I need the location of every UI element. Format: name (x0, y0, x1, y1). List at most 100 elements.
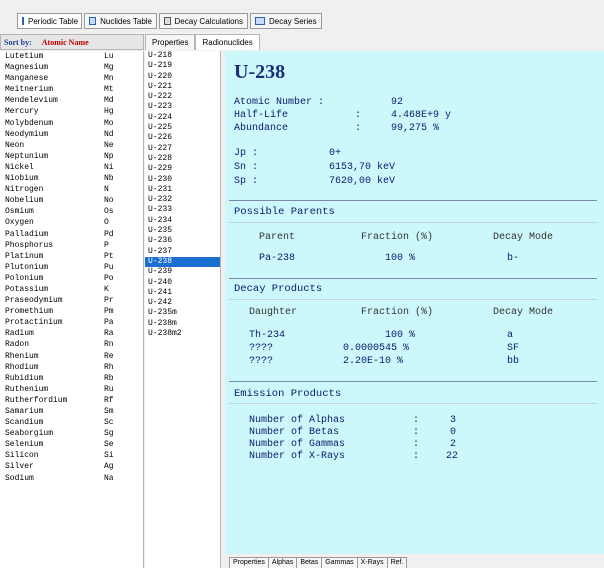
element-row[interactable]: Nobelium No (0, 195, 143, 206)
element-name: Manganese (5, 74, 49, 84)
tab-periodic-table[interactable]: Periodic Table (17, 13, 82, 29)
nuclide-row[interactable]: U-236 (145, 236, 220, 246)
tab-nuclides-table[interactable]: Nuclides Table (84, 13, 157, 29)
nuclide-row[interactable]: U-223 (145, 102, 220, 112)
nuclide-row[interactable]: U-235m (145, 308, 220, 318)
atomic-number-value: 92 (391, 97, 404, 108)
nuclide-row[interactable]: U-233 (145, 205, 220, 215)
element-row[interactable]: Platinum Pt (0, 251, 143, 262)
element-symbol: Ag (104, 462, 114, 472)
element-row[interactable]: Neodymium Nd (0, 129, 143, 140)
element-symbol: Nb (104, 174, 114, 184)
element-name: Palladium (5, 229, 49, 239)
element-row[interactable]: Sodium Na (0, 473, 143, 484)
emission-value: 0 (450, 427, 457, 438)
element-row[interactable]: Plutonium Pu (0, 262, 143, 273)
sort-value[interactable]: Atomic Name (42, 38, 89, 47)
tab-detail-properties[interactable]: Properties (229, 557, 269, 568)
tab-properties[interactable]: Properties (145, 34, 196, 50)
element-row[interactable]: Nickel Ni (0, 162, 143, 173)
nuclide-row[interactable]: U-229 (145, 164, 220, 174)
nuclide-row[interactable]: U-226 (145, 133, 220, 143)
nuclide-row[interactable]: U-221 (145, 82, 220, 92)
nuclide-row[interactable]: U-239 (145, 267, 220, 277)
nuclide-row[interactable]: U-241 (145, 288, 220, 298)
nuclide-row[interactable]: U-240 (145, 278, 220, 288)
element-row[interactable]: Magnesium Mg (0, 62, 143, 73)
element-row[interactable]: Promethium Pm (0, 306, 143, 317)
element-row[interactable]: Neon Ne (0, 140, 143, 151)
element-row[interactable]: Silicon Si (0, 450, 143, 461)
element-row[interactable]: Praseodymium Pr (0, 295, 143, 306)
element-row[interactable]: Rhodium Rh (0, 362, 143, 373)
nuclide-row[interactable]: U-224 (145, 113, 220, 123)
nuclide-row[interactable]: U-225 (145, 123, 220, 133)
element-row[interactable]: Oxygen O (0, 217, 143, 228)
element-row[interactable]: Selenium Se (0, 439, 143, 450)
tab-x-rays[interactable]: X-Rays (356, 557, 388, 568)
nuclide-row[interactable]: U-218 (145, 51, 220, 61)
tab-label: Betas (300, 559, 319, 566)
element-row[interactable]: Rhenium Re (0, 351, 143, 362)
nuclide-row[interactable]: U-242 (145, 298, 220, 308)
nuclide-row[interactable]: U-234 (145, 216, 220, 226)
element-name: Selenium (5, 440, 44, 450)
element-name: Silver (5, 462, 34, 472)
element-row[interactable]: Palladium Pd (0, 229, 143, 240)
nuclide-row[interactable]: U-227 (145, 144, 220, 154)
element-name: Phosphorus (5, 240, 54, 250)
element-row[interactable]: Scandium Sc (0, 417, 143, 428)
element-symbol: Os (104, 207, 114, 217)
element-row[interactable]: Ruthenium Ru (0, 384, 143, 395)
element-row[interactable]: Osmium Os (0, 206, 143, 217)
element-row[interactable]: Polonium Po (0, 273, 143, 284)
tab-decay-series[interactable]: Decay Series (250, 13, 322, 29)
nuclide-row[interactable]: U-235 (145, 226, 220, 236)
nuclide-row[interactable]: U-230 (145, 175, 220, 185)
element-name: Rhenium (5, 351, 39, 361)
colon: : (355, 110, 362, 121)
element-row[interactable]: Meitnerium Mt (0, 84, 143, 95)
element-row[interactable]: Mercury Hg (0, 106, 143, 117)
nuclide-row[interactable]: U-238m (145, 319, 220, 329)
element-row[interactable]: Potassium K (0, 284, 143, 295)
element-row[interactable]: Niobium Nb (0, 173, 143, 184)
decay-series-icon (255, 17, 265, 25)
element-row[interactable]: Manganese Mn (0, 73, 143, 84)
element-row[interactable]: Radium Ra (0, 328, 143, 339)
nuclide-row[interactable]: U-228 (145, 154, 220, 164)
tab-radionuclides[interactable]: Radionuclides (195, 34, 260, 50)
nuclide-title: U-238 (234, 61, 286, 83)
tab-alphas[interactable]: Alphas (267, 557, 298, 568)
element-row[interactable]: Rutherfordium Rf (0, 395, 143, 406)
tab-betas[interactable]: Betas (296, 557, 323, 568)
element-row[interactable]: Samarium Sm (0, 406, 143, 417)
tab-decay-calculations[interactable]: Decay Calculations (159, 13, 248, 29)
tab-references[interactable]: Ref. (386, 557, 408, 568)
nuclide-row[interactable]: U-238 (145, 256, 220, 268)
tab-gammas[interactable]: Gammas (321, 557, 358, 568)
nuclide-row[interactable]: U-220 (145, 72, 220, 82)
nuclide-row[interactable]: U-238m2 (145, 329, 220, 339)
element-row[interactable]: Nitrogen N (0, 184, 143, 195)
element-row[interactable]: Mendelevium Md (0, 95, 143, 106)
nuclide-list[interactable]: U-218 U-219 U-220 U-221 U-222 U-223 U-224 U-225… (145, 51, 221, 568)
element-name: Radon (5, 340, 30, 350)
element-row[interactable]: Rubidium Rb (0, 373, 143, 384)
nuclide-row[interactable]: U-222 (145, 92, 220, 102)
element-row[interactable]: Silver Ag (0, 461, 143, 472)
element-row[interactable]: Radon Rn (0, 339, 143, 350)
nuclide-row[interactable]: U-231 (145, 185, 220, 195)
element-row[interactable]: Phosphorus P (0, 240, 143, 251)
element-row[interactable]: Molybdenum Mo (0, 118, 143, 129)
element-row[interactable]: Protactinium Pa (0, 317, 143, 328)
tab-label: Alphas (271, 559, 294, 566)
element-row[interactable]: Seaborgium Sg (0, 428, 143, 439)
nuclide-row[interactable]: U-232 (145, 195, 220, 205)
nuclide-row[interactable]: U-219 (145, 61, 220, 71)
sort-bar[interactable]: Sort by: Atomic Name (0, 34, 144, 50)
element-row[interactable]: Lutetium Lu (0, 51, 143, 62)
nuclide-row[interactable]: U-237 (145, 247, 220, 257)
element-row[interactable]: Neptunium Np (0, 151, 143, 162)
element-list[interactable]: Lutetium Lu Magnesium Mg Manganese Mn Meitneri… (0, 51, 144, 568)
